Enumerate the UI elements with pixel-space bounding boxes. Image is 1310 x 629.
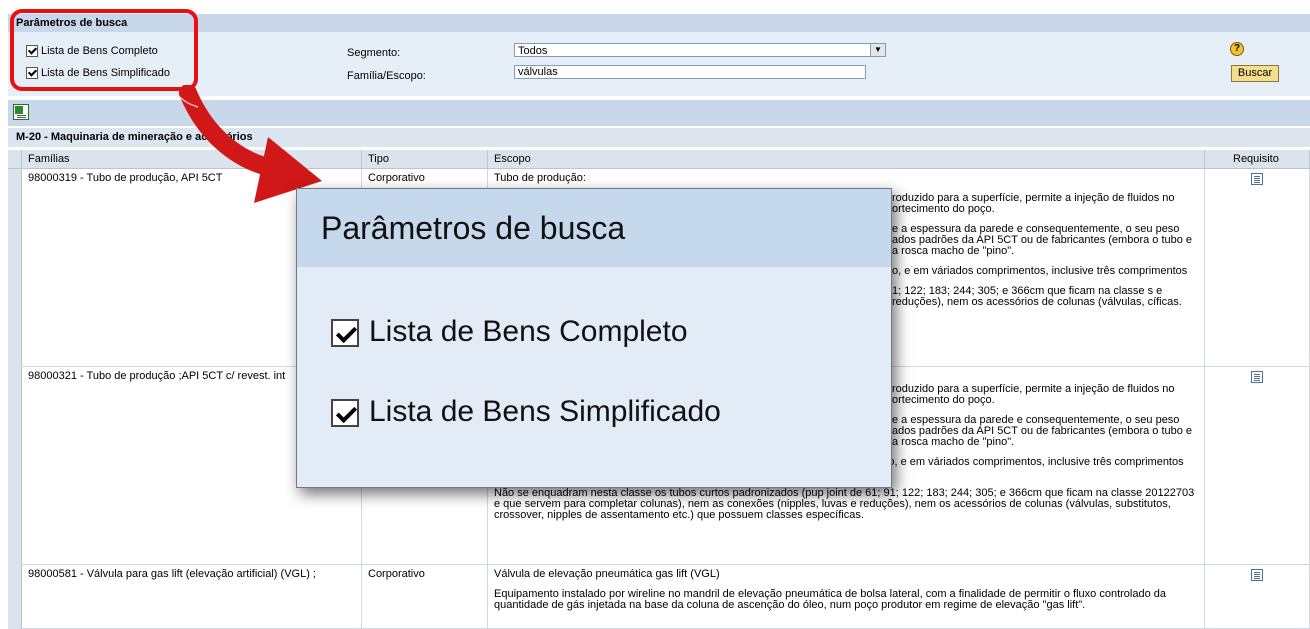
help-icon[interactable]: ?	[1230, 42, 1244, 56]
segmento-label: Segmento:	[347, 47, 401, 59]
requisito-document-icon[interactable]	[1251, 371, 1263, 383]
table-row-requisito	[1205, 169, 1310, 367]
row-selector-header	[8, 150, 22, 169]
requisito-document-icon[interactable]	[1251, 569, 1263, 581]
zoom-callout: Parâmetros de busca Lista de Bens Comple…	[296, 188, 892, 488]
familia-input[interactable]	[514, 65, 866, 79]
escopo-paragraph: Válvula de elevação pneumática gas lift …	[494, 568, 720, 580]
zoom-checkbox-label: Lista de Bens Simplificado	[369, 395, 721, 428]
segmento-value: Todos	[518, 45, 548, 57]
checkbox-checked-icon	[331, 319, 359, 348]
excel-export-icon[interactable]	[13, 104, 29, 120]
zoom-checkbox-completo: Lista de Bens Completo	[331, 313, 688, 351]
column-header-requisito[interactable]: Requisito	[1205, 150, 1310, 169]
segmento-select[interactable]: Todos ▼	[514, 43, 886, 57]
column-header-tipo[interactable]: Tipo	[362, 150, 488, 169]
column-header-escopo[interactable]: Escopo	[488, 150, 1205, 169]
zoom-checkbox-label: Lista de Bens Completo	[369, 315, 688, 348]
escopo-paragraph: Tubo de produção:	[494, 172, 586, 184]
escopo-paragraph: Equipamento instalado por wireline no ma…	[494, 588, 1167, 611]
escopo-paragraph: Não se enquadram nesta classe os tubos c…	[494, 487, 1195, 521]
zoom-checkbox-simplificado: Lista de Bens Simplificado	[331, 393, 721, 431]
zoom-title: Parâmetros de busca	[297, 189, 891, 267]
search-params-title: Parâmetros de busca	[8, 14, 1310, 32]
table-row-familia: 98000581 - Válvula para gas lift (elevaç…	[22, 565, 362, 629]
table-row-escopo: Válvula de elevação pneumática gas lift …	[488, 565, 1205, 629]
familia-label: Família/Escopo:	[347, 70, 426, 82]
highlight-box	[10, 9, 198, 91]
row-selector[interactable]	[8, 169, 22, 367]
buscar-button[interactable]: Buscar	[1231, 65, 1279, 82]
table-row-requisito	[1205, 367, 1310, 565]
table-row-requisito	[1205, 565, 1310, 629]
row-selector[interactable]	[8, 565, 22, 629]
table-row-tipo: Corporativo	[362, 565, 488, 629]
row-selector[interactable]	[8, 367, 22, 565]
checkbox-checked-icon	[331, 399, 359, 428]
chevron-down-icon[interactable]: ▼	[870, 44, 885, 56]
requisito-document-icon[interactable]	[1251, 173, 1263, 185]
